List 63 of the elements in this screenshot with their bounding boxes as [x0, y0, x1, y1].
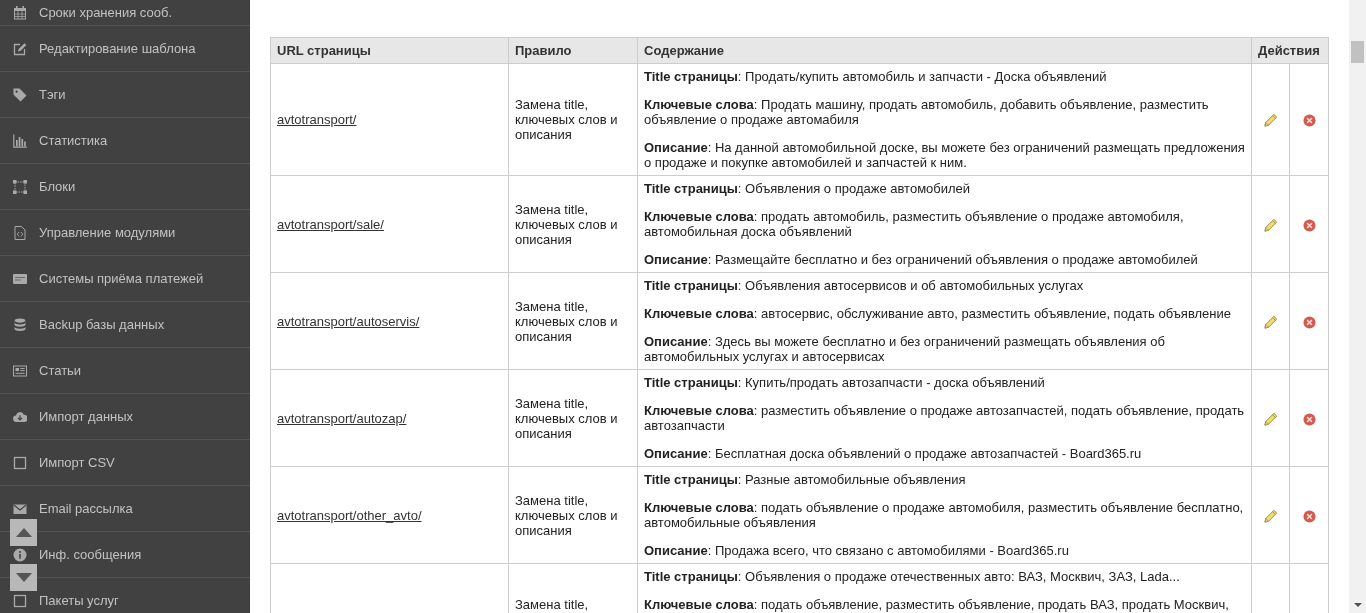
frame-icon — [13, 179, 27, 194]
rule-text: Замена title, — [515, 597, 589, 612]
scroll-down-button[interactable] — [10, 564, 37, 591]
description-text: Описание: Здесь вы можете бесплатно и без ограничений размещать объявления об автомобильных услугах и автосервисах — [644, 334, 1166, 364]
card-icon — [13, 271, 27, 286]
rule-text: Замена title, ключевых слов и описания — [515, 492, 618, 538]
pencil-icon[interactable] — [1263, 508, 1278, 523]
keywords-text: Ключевые слова: подать объявление о продаже автомобиля, разместить объявление бесплатно, автомобильные объявления — [644, 500, 1245, 530]
database-icon — [13, 317, 27, 332]
rule-text: Замена title, ключевых слов и описания — [515, 298, 618, 344]
delete-icon[interactable] — [1302, 509, 1316, 523]
info-icon — [13, 547, 27, 562]
rule-text: Замена title, ключевых слов и описания — [515, 97, 618, 142]
description-text: Описание: Размещайте бесплатно и без ограничений объявления о продаже автомобилей — [644, 252, 1199, 267]
page-title-text: Title страницы: Купить/продать автозапчасти - доска объявлений — [644, 375, 1046, 390]
bar-chart-icon — [13, 133, 27, 148]
column-header: Действия — [1251, 37, 1329, 64]
delete-icon[interactable] — [1302, 315, 1316, 329]
url-link[interactable]: avtotransport/other_avto/ — [277, 507, 422, 523]
column-header: Содержание — [637, 37, 1252, 64]
page-title-text: Title страницы: Объявления о продаже автомобилей — [644, 181, 972, 196]
cloud-download-icon — [13, 409, 27, 424]
scrollbar-thumb[interactable] — [1351, 41, 1364, 63]
delete-icon[interactable] — [1302, 412, 1316, 426]
keywords-text: Ключевые слова: подать объявление, разместить объявление, продать ВАЗ, продать Москвич, — [644, 597, 1230, 612]
newspaper-icon — [13, 363, 27, 378]
caret-down-icon[interactable] — [15, 573, 32, 582]
column-header: URL страницы — [270, 37, 509, 64]
pencil-icon[interactable] — [1263, 113, 1278, 128]
url-link[interactable]: avtotransport/ — [277, 112, 357, 127]
caret-down-icon[interactable] — [1353, 603, 1362, 607]
tag-icon — [13, 87, 27, 102]
pencil-icon[interactable] — [1263, 314, 1278, 329]
keywords-text: Ключевые слова: Продать машину, продать автомобиль, добавить объявление, разместить объявление о продаже автомабиля — [644, 97, 1210, 127]
description-text: Описание: Продажа всего, что связано с автомобилями - Board365.ru — [644, 543, 1070, 558]
rule-text: Замена title, ключевых слов и описания — [515, 201, 618, 247]
keywords-text: Ключевые слова: автосервис, обслуживание авто, разместить объявление, подать объявление — [644, 306, 1232, 321]
keywords-text: Ключевые слова: продать автомобиль, разместить объявление о продаже автомобиля, автомобильная доска объявлений — [644, 209, 1185, 239]
sidebar-item[interactable]: Сроки хранения сооб. — [0, 0, 250, 26]
url-link[interactable]: avtotransport/sale/ — [277, 216, 384, 232]
description-text: Описание: Бесплатная доска объявлений о продаже автозапчастей - Board365.ru — [644, 446, 1143, 461]
delete-icon[interactable] — [1302, 218, 1316, 232]
calendar-icon — [13, 5, 27, 20]
url-link[interactable]: avtotransport/autoservis/ — [277, 313, 420, 329]
pencil-icon[interactable] — [1263, 411, 1278, 426]
scroll-up-button[interactable] — [10, 519, 37, 546]
page-title-text: Title страницы: Продать/купить автомобиль и запчасти - Доска объявлений — [644, 69, 1108, 84]
square-icon — [13, 455, 27, 470]
url-link[interactable]: avtotransport/autozap/ — [277, 410, 407, 426]
page-title-text: Title страницы: Разные автомобильные объявления — [644, 472, 967, 487]
delete-icon[interactable] — [1302, 114, 1316, 128]
column-header: Правило — [508, 37, 638, 64]
scrollbar-track[interactable] — [1349, 0, 1366, 613]
caret-up-icon[interactable] — [15, 528, 32, 537]
pencil-icon[interactable] — [1263, 217, 1278, 232]
rule-text: Замена title, ключевых слов и описания — [515, 395, 618, 441]
code-file-icon — [13, 225, 27, 240]
square-icon — [13, 593, 27, 608]
page-title-text: Title страницы: Объявления о продаже отечественных авто: ВАЗ, Москвич, ЗАЗ, Lada... — [644, 569, 1181, 584]
pencil-square-icon — [13, 41, 27, 56]
description-text: Описание: На данной автомобильной доске, вы можете без ограничений размещать предложения о продаже и покупке автомобилей и запчастей к ним. — [644, 140, 1245, 170]
keywords-text: Ключевые слова: разместить объявление о продаже автозапчастей, подать объявление, продать автозапчасти — [644, 403, 1245, 433]
page-title-text: Title страницы: Объявления автосервисов и об автомобильных услугах — [644, 278, 1085, 293]
